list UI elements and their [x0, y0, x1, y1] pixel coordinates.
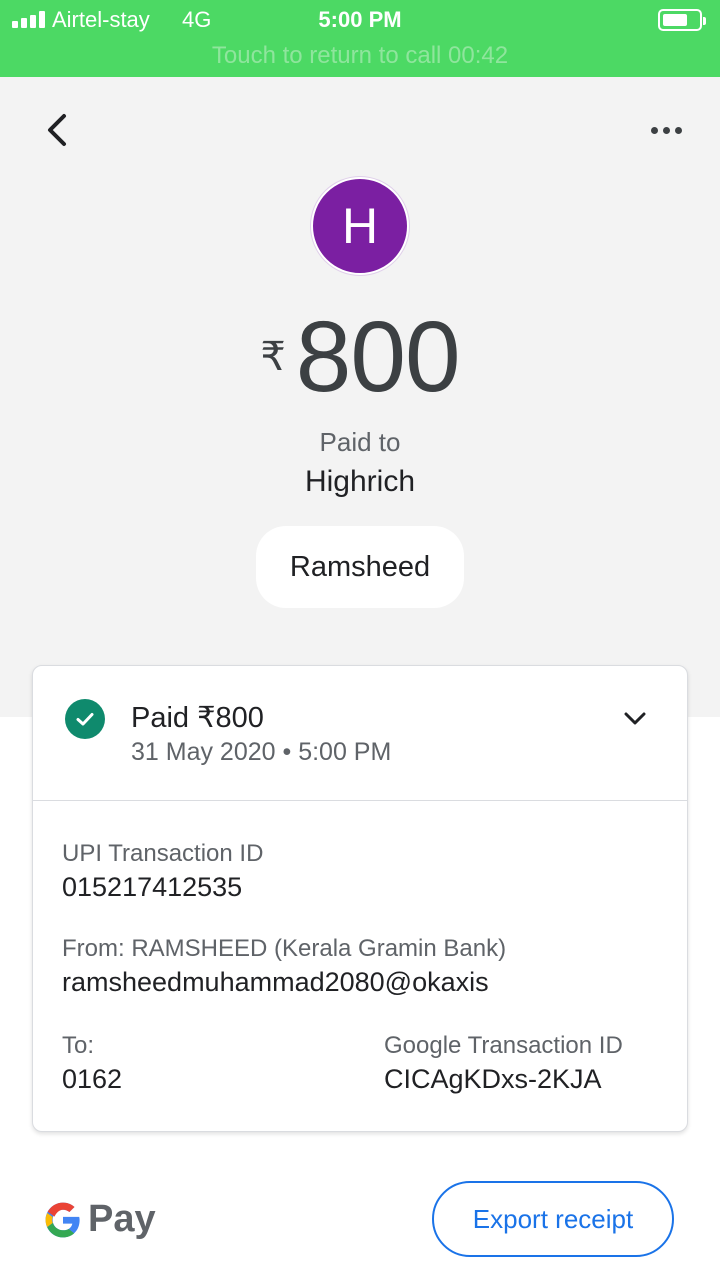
google-pay-logo: Pay: [44, 1198, 156, 1241]
transaction-details-card: Paid ₹800 31 May 2020 • 5:00 PM UPI Tran…: [32, 665, 688, 1132]
to-label: To:: [62, 1032, 95, 1059]
google-g-icon: [45, 1202, 80, 1237]
expand-button[interactable]: [619, 702, 651, 734]
from-upi-id: ramsheedmuhammad2080@okaxis: [62, 967, 489, 997]
back-button[interactable]: [36, 108, 80, 152]
transaction-status: Paid ₹800: [131, 702, 264, 734]
to-account: 0162: [62, 1064, 123, 1094]
more-options-button[interactable]: [644, 110, 688, 150]
chevron-down-icon: [624, 712, 646, 725]
amount-value: 800: [295, 301, 461, 413]
upi-transaction-id: 015217412535: [62, 872, 243, 902]
transaction-status-row[interactable]: Paid ₹800 31 May 2020 • 5:00 PM: [33, 666, 687, 801]
return-to-call-banner[interactable]: Touch to return to call 00:42: [0, 42, 720, 70]
battery-icon: [658, 9, 706, 31]
transaction-date: 31 May 2020 • 5:00 PM: [131, 738, 392, 766]
check-circle-icon: [65, 699, 105, 739]
paid-to-label: Paid to: [319, 427, 401, 457]
payee-avatar: H: [311, 177, 409, 275]
upi-transaction-id-label: UPI Transaction ID: [62, 840, 264, 867]
currency-symbol: ₹: [260, 335, 286, 379]
payment-note: Ramsheed: [256, 526, 464, 608]
payee-name: Highrich: [304, 465, 416, 498]
google-transaction-id: CICAgKDxs-2KJA: [384, 1064, 602, 1094]
status-time: 5:00 PM: [318, 7, 402, 32]
export-receipt-button[interactable]: Export receipt: [432, 1181, 674, 1257]
payment-amount: ₹ 800: [0, 302, 720, 412]
status-bar: Airtel-stay 4G 5:00 PM Touch to return t…: [0, 0, 720, 77]
from-account-label: From: RAMSHEED (Kerala Gramin Bank): [62, 935, 507, 962]
chevron-left-icon: [48, 114, 66, 146]
pay-wordmark: Pay: [88, 1198, 156, 1240]
more-horizontal-icon: [650, 126, 658, 134]
google-transaction-id-label: Google Transaction ID: [384, 1032, 623, 1059]
